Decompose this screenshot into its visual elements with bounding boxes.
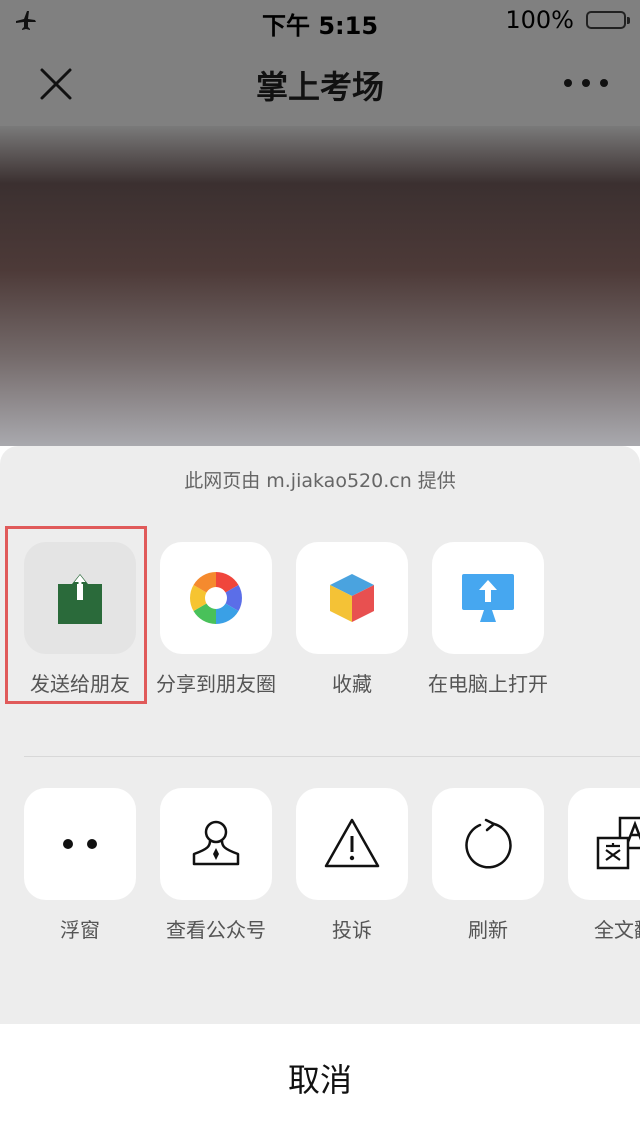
report-button[interactable]: 投诉 (296, 788, 408, 943)
open-on-computer-label: 在电脑上打开 (428, 672, 548, 696)
cancel-button[interactable]: 取消 (0, 1024, 640, 1136)
translate-button[interactable]: 全文翻 (568, 788, 640, 943)
share-to-friend-icon (58, 574, 102, 624)
send-to-friend-button[interactable]: 发送给朋友 (24, 542, 136, 697)
status-bar: 下午 5:15 100% (0, 0, 640, 40)
translate-icon (596, 816, 640, 870)
moments-icon (190, 572, 242, 624)
favorite-tile[interactable] (296, 542, 408, 654)
share-to-moments-button[interactable]: 分享到朋友圈 (156, 542, 276, 697)
view-official-account-tile[interactable] (160, 788, 272, 900)
official-account-icon (192, 820, 240, 866)
report-label: 投诉 (332, 918, 372, 942)
send-to-friend-label: 发送给朋友 (30, 672, 130, 696)
favorite-button[interactable]: 收藏 (296, 542, 408, 697)
open-on-computer-button[interactable]: 在电脑上打开 (428, 542, 548, 697)
float-window-label: 浮窗 (60, 918, 100, 942)
open-on-computer-icon (462, 574, 514, 622)
translate-tile[interactable] (568, 788, 640, 900)
favorite-label: 收藏 (332, 672, 372, 696)
report-tile[interactable] (296, 788, 408, 900)
refresh-button[interactable]: 刷新 (432, 788, 544, 943)
refresh-tile[interactable] (432, 788, 544, 900)
share-action-sheet: 此网页由 m.jiakao520.cn 提供 发送给朋友 分享到朋友圈 收藏 在… (0, 446, 640, 1024)
favorite-cube-icon (330, 574, 374, 622)
provider-text: 此网页由 m.jiakao520.cn 提供 (184, 470, 456, 492)
page-title: 掌上考场 (255, 68, 384, 106)
float-window-tile[interactable] (24, 788, 136, 900)
float-window-icon (63, 839, 97, 849)
navigation-bar: 掌上考场 (0, 40, 640, 126)
blurred-page-content (0, 126, 640, 446)
float-window-button[interactable]: 浮窗 (24, 788, 136, 943)
view-official-account-button[interactable]: 查看公众号 (160, 788, 272, 943)
refresh-label: 刷新 (468, 918, 508, 942)
send-to-friend-tile[interactable] (24, 542, 136, 654)
battery-percent: 100% (505, 6, 574, 34)
refresh-icon (465, 818, 512, 869)
row-divider (24, 756, 640, 757)
share-to-moments-label: 分享到朋友圈 (156, 672, 276, 696)
battery-icon (586, 11, 630, 29)
open-on-computer-tile[interactable] (432, 542, 544, 654)
view-official-account-label: 查看公众号 (166, 918, 266, 942)
more-icon[interactable] (560, 70, 612, 96)
translate-label: 全文翻 (594, 918, 640, 942)
report-warning-icon (324, 818, 380, 868)
share-to-moments-tile[interactable] (160, 542, 272, 654)
